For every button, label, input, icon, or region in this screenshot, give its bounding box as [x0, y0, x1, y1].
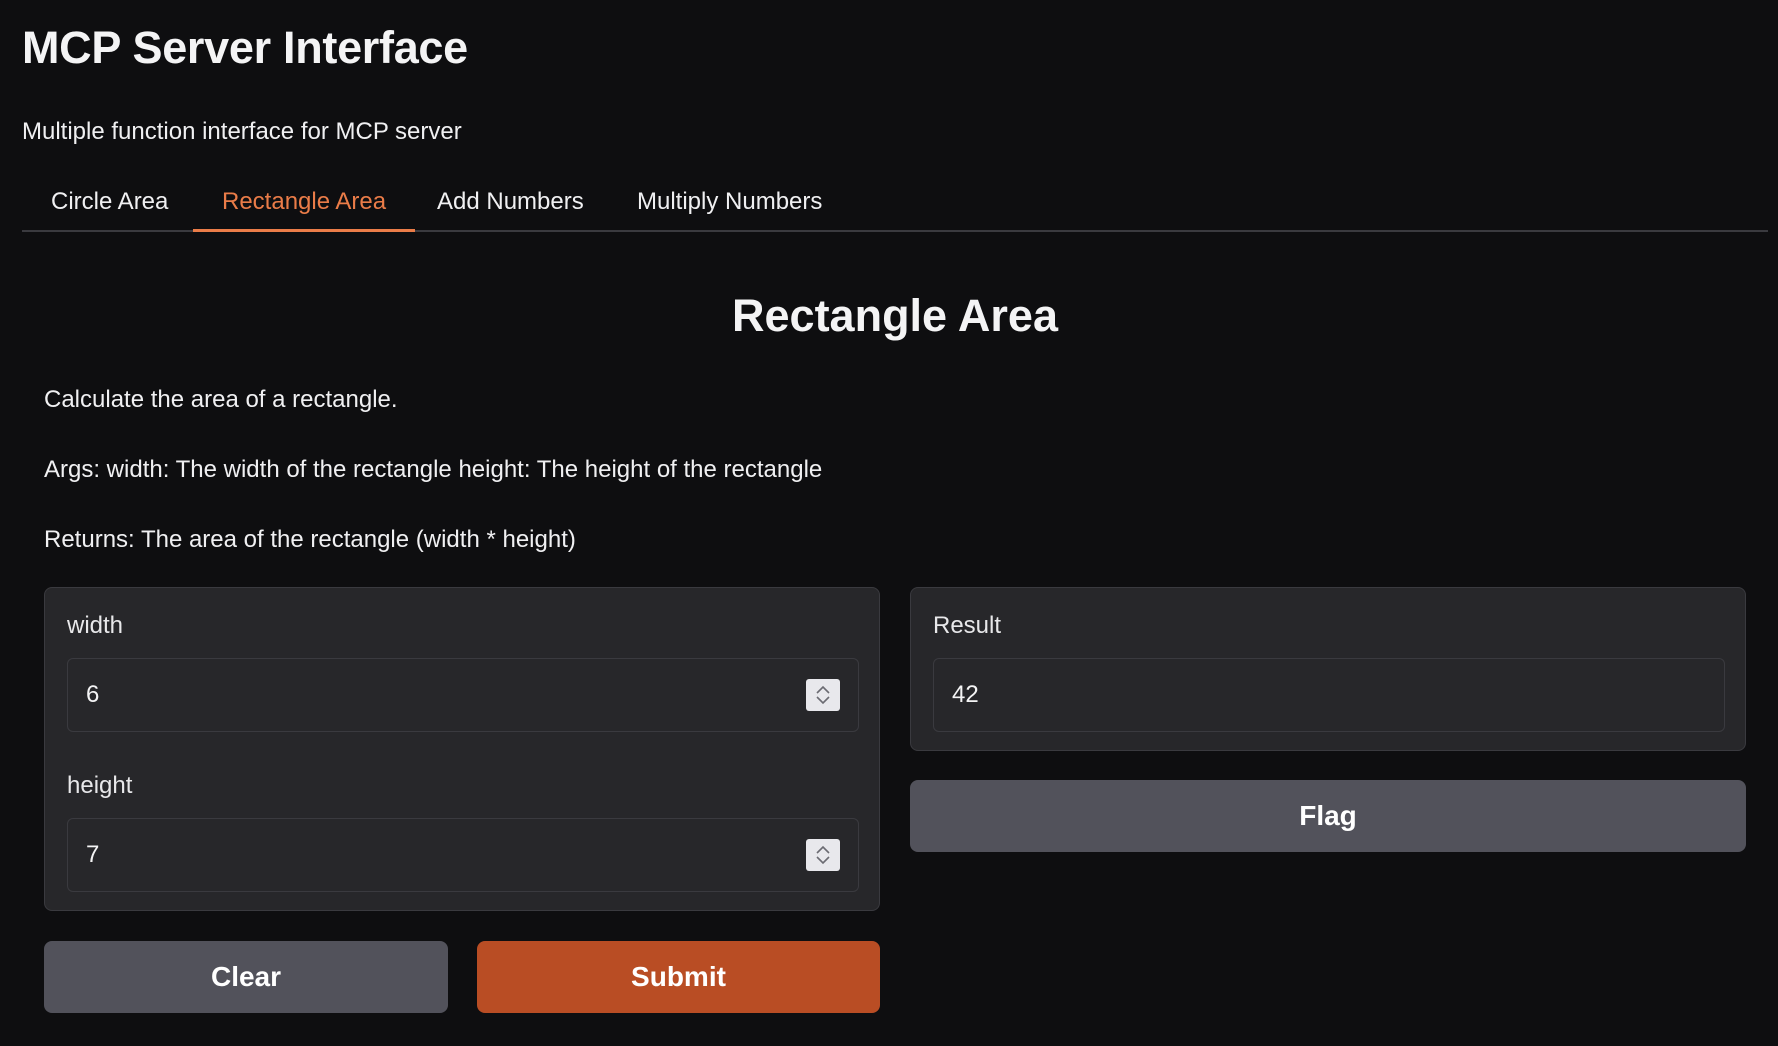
app-subtitle: Multiple function interface for MCP serv… [22, 118, 462, 145]
height-label: height [67, 772, 133, 799]
clear-button[interactable]: Clear [44, 941, 448, 1013]
width-spinner-icon[interactable] [806, 679, 840, 711]
height-value: 7 [86, 841, 100, 868]
height-spinner-icon[interactable] [806, 839, 840, 871]
flag-button[interactable]: Flag [910, 780, 1746, 852]
tab-bar: Circle Area Rectangle Area Add Numbers M… [22, 180, 1768, 232]
function-args: Args: width: The width of the rectangle … [44, 456, 823, 483]
tab-circle-area[interactable]: Circle Area [22, 180, 197, 232]
function-description: Calculate the area of a rectangle. [44, 386, 398, 413]
result-panel: Result 42 [910, 587, 1746, 751]
inputs-panel: width 6 height 7 [44, 587, 880, 911]
result-value: 42 [952, 681, 979, 708]
height-input[interactable]: 7 [67, 818, 859, 892]
tab-add-numbers[interactable]: Add Numbers [408, 180, 613, 232]
tab-rectangle-area[interactable]: Rectangle Area [193, 180, 416, 232]
function-title: Rectangle Area [732, 290, 1058, 341]
width-label: width [67, 612, 124, 639]
width-input[interactable]: 6 [67, 658, 859, 732]
tab-multiply-numbers[interactable]: Multiply Numbers [608, 180, 851, 232]
result-output: 42 [933, 658, 1725, 732]
function-returns: Returns: The area of the rectangle (widt… [44, 526, 576, 553]
app-title: MCP Server Interface [22, 22, 468, 73]
width-value: 6 [86, 681, 100, 708]
page: MCP Server Interface Multiple function i… [0, 0, 1778, 1046]
submit-button[interactable]: Submit [477, 941, 880, 1013]
result-label: Result [933, 612, 1002, 639]
